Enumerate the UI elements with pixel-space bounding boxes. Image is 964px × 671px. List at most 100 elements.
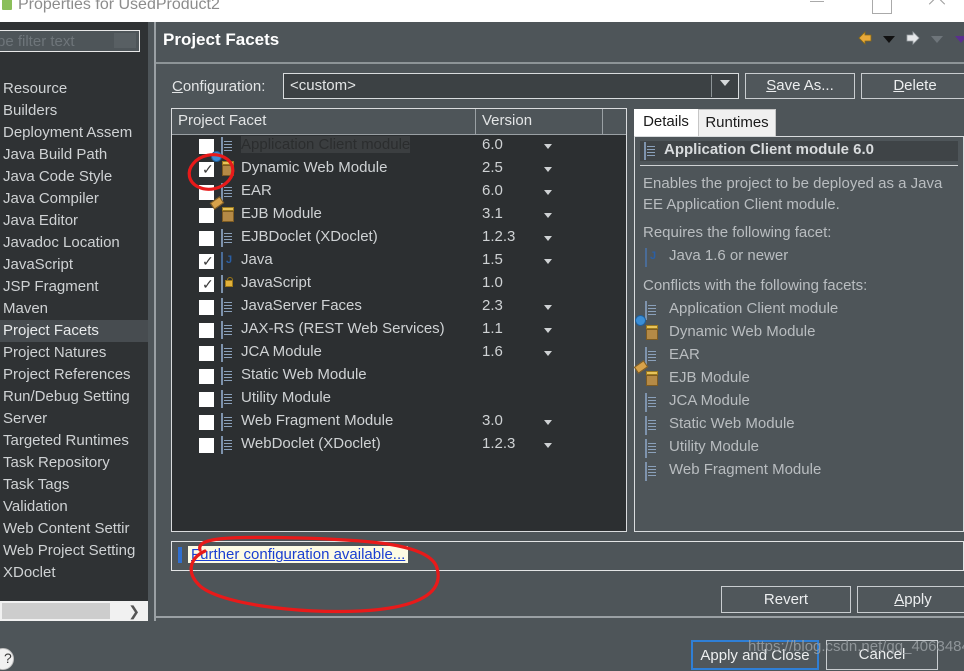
scrollbar-thumb[interactable] [2, 603, 110, 619]
sidebar-item-builders[interactable]: Builders [0, 100, 148, 122]
table-row[interactable]: ✓ Dynamic Web Module 2.5 [172, 151, 626, 181]
facet-checkbox[interactable]: ✓ [199, 253, 214, 269]
facet-name: EJB Module [241, 205, 322, 222]
sidebar-item-project-natures[interactable]: Project Natures [0, 342, 148, 364]
facet-checkbox[interactable]: ✓ [199, 161, 214, 177]
table-row[interactable]: WebDoclet (XDoclet) 1.2.3 [172, 434, 626, 457]
table-row[interactable]: ✓ JavaScript 1.0 [172, 273, 626, 296]
sidebar-item-xdoclet[interactable]: XDoclet [0, 562, 148, 584]
facet-name: Web Fragment Module [241, 412, 394, 429]
tab-runtimes[interactable]: Runtimes [698, 109, 776, 136]
facet-checkbox[interactable] [199, 231, 214, 246]
sidebar-item-web-project-setting[interactable]: Web Project Setting [0, 540, 148, 562]
table-row[interactable]: EAR 6.0 [172, 181, 626, 204]
forward-arrow-icon[interactable] [903, 28, 923, 48]
save-as-button[interactable]: Save As... [745, 73, 855, 99]
doc-icon [221, 298, 236, 316]
back-history-dropdown-icon[interactable] [879, 28, 899, 48]
facet-checkbox[interactable]: ✓ [199, 276, 214, 292]
table-row[interactable]: Utility Module [172, 388, 626, 411]
sidebar-item-validation[interactable]: Validation [0, 496, 148, 518]
filter-clear-icon[interactable] [114, 33, 136, 48]
help-icon[interactable]: ? [0, 648, 14, 670]
sidebar-item-deployment-assem[interactable]: Deployment Assem [0, 122, 148, 144]
sidebar-item-task-repository[interactable]: Task Repository [0, 452, 148, 474]
doc-icon [645, 439, 656, 458]
tab-details[interactable]: Details [634, 109, 698, 136]
version-dropdown-icon[interactable] [544, 443, 552, 448]
back-arrow-icon[interactable] [855, 28, 875, 48]
sidebar-item-java-compiler[interactable]: Java Compiler [0, 188, 148, 210]
version-dropdown-icon[interactable] [544, 144, 552, 149]
sidebar-item-jsp-fragment[interactable]: JSP Fragment [0, 276, 148, 298]
version-dropdown-icon[interactable] [544, 328, 552, 333]
filter-input[interactable]: pe filter text [0, 30, 140, 52]
sidebar-item-java-editor[interactable]: Java Editor [0, 210, 148, 232]
sidebar-item-maven[interactable]: Maven [0, 298, 148, 320]
facet-name: EJBDoclet (XDoclet) [241, 228, 378, 245]
sidebar-item-java-code-style[interactable]: Java Code Style [0, 166, 148, 188]
version-dropdown-icon[interactable] [544, 305, 552, 310]
version-dropdown-icon[interactable] [544, 213, 552, 218]
facet-checkbox[interactable] [199, 392, 214, 407]
sidebar-item-project-facets[interactable]: Project Facets [0, 320, 148, 342]
configuration-dropdown[interactable]: <custom> [283, 73, 739, 99]
facet-checkbox[interactable] [199, 323, 214, 338]
watermark-text: https://blog.csdn.net/qq_40634846 [748, 638, 964, 655]
facet-checkbox[interactable] [199, 369, 214, 384]
list-item-label: Dynamic Web Module [669, 323, 816, 340]
sidebar-horizontal-scrollbar[interactable]: ❯ [0, 601, 148, 621]
sidebar-item-project-references[interactable]: Project References [0, 364, 148, 386]
table-row[interactable]: Static Web Module [172, 365, 626, 388]
window-title-bar: Properties for UsedProduct2 [0, 0, 964, 22]
table-row[interactable]: JavaServer Faces 2.3 [172, 296, 626, 319]
table-row[interactable]: Web Fragment Module 3.0 [172, 411, 626, 434]
sidebar-item-javascript[interactable]: JavaScript [0, 254, 148, 276]
version-dropdown-icon[interactable] [544, 167, 552, 172]
maximize-button[interactable] [856, 0, 902, 22]
table-row[interactable]: JCA Module 1.6 [172, 342, 626, 365]
version-dropdown-icon[interactable] [544, 259, 552, 264]
facet-name: EAR [241, 182, 272, 199]
facet-checkbox[interactable] [199, 185, 214, 200]
version-dropdown-icon[interactable] [544, 420, 552, 425]
sidebar-item-server[interactable]: Server [0, 408, 148, 430]
sidebar-item-task-tags[interactable]: Task Tags [0, 474, 148, 496]
view-menu-dropdown-icon[interactable] [951, 28, 964, 48]
facet-checkbox[interactable] [199, 208, 214, 223]
facet-checkbox[interactable] [199, 346, 214, 361]
help-glyph: ? [4, 650, 12, 666]
version-dropdown-icon[interactable] [544, 351, 552, 356]
configuration-label-text: onfiguration: [182, 78, 266, 95]
delete-button[interactable]: Delete [861, 73, 964, 99]
requires-heading: Requires the following facet: [643, 224, 832, 241]
details-description: Enables the project to be deployed as a … [643, 175, 943, 213]
sidebar-item-java-build-path[interactable]: Java Build Path [0, 144, 148, 166]
facet-checkbox[interactable] [199, 300, 214, 315]
table-row[interactable]: EJB Module 3.1 [172, 196, 626, 227]
table-row[interactable]: Application Client module 6.0 [172, 135, 626, 158]
facet-checkbox[interactable] [199, 438, 214, 453]
table-row[interactable]: EJBDoclet (XDoclet) 1.2.3 [172, 227, 626, 250]
minimize-button[interactable] [800, 0, 846, 22]
sidebar-item-run-debug-setting[interactable]: Run/Debug Setting [0, 386, 148, 408]
check-icon: ✓ [202, 161, 214, 177]
sidebar-divider [154, 22, 156, 621]
facet-checkbox[interactable] [199, 415, 214, 430]
details-panel: Application Client module 6.0 Enables th… [633, 136, 964, 532]
version-dropdown-icon[interactable] [544, 236, 552, 241]
sidebar-item-javadoc-location[interactable]: Javadoc Location [0, 232, 148, 254]
revert-button[interactable]: Revert [721, 586, 851, 613]
close-icon[interactable] [912, 0, 958, 22]
sidebar-item-targeted-runtimes[interactable]: Targeted Runtimes [0, 430, 148, 452]
table-row[interactable]: JAX-RS (REST Web Services) 1.1 [172, 319, 626, 342]
further-configuration-link[interactable]: Further configuration available... [188, 546, 409, 563]
version-dropdown-icon[interactable] [544, 190, 552, 195]
facet-name: JavaServer Faces [241, 297, 362, 314]
doc-icon [221, 344, 236, 362]
scroll-right-arrow-icon[interactable]: ❯ [128, 601, 140, 621]
table-row[interactable]: ✓ J Java 1.5 [172, 250, 626, 273]
apply-button[interactable]: Apply [857, 586, 964, 613]
sidebar-item-resource[interactable]: Resource [0, 78, 148, 100]
sidebar-item-web-content-settir[interactable]: Web Content Settir [0, 518, 148, 540]
